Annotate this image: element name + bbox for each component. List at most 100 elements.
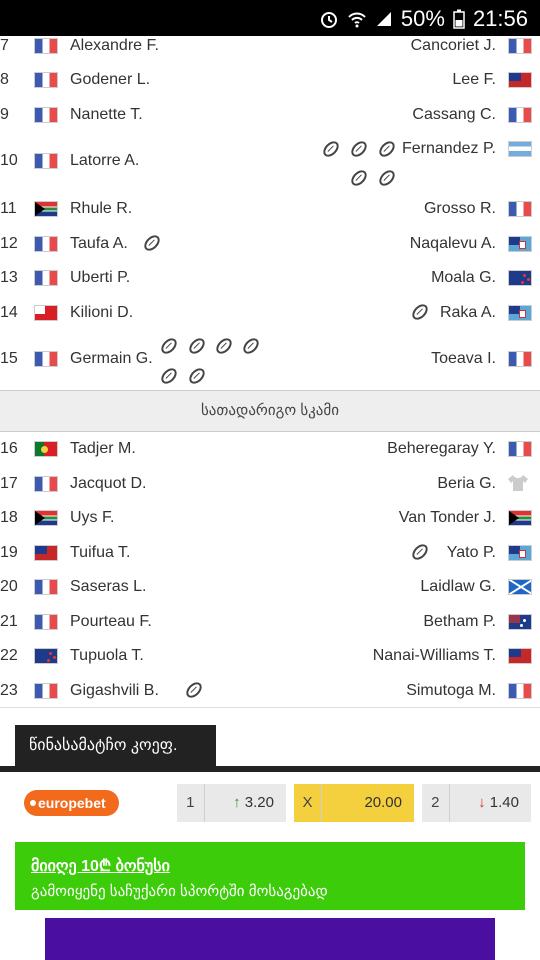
away-player-name[interactable]: Lee F. xyxy=(452,71,496,89)
home-player-name[interactable]: Godener L. xyxy=(70,71,150,89)
home-player-name[interactable]: Tuifua T. xyxy=(70,544,130,562)
home-player-name[interactable]: Pourteau F. xyxy=(70,613,152,631)
europebet-logo[interactable]: europebet xyxy=(24,790,119,816)
status-bar: 50% 21:56 xyxy=(0,0,540,36)
away-player-name[interactable]: Simutoga M. xyxy=(406,682,496,700)
home-player-name[interactable]: Saseras L. xyxy=(70,578,146,596)
player-number: 22 xyxy=(0,647,18,664)
odds-draw-value: 20.00 xyxy=(321,784,414,822)
player-number: 18 xyxy=(0,509,18,526)
away-player-name[interactable]: Moala G. xyxy=(431,269,496,287)
bonus-subtitle: გამოიყენე საჩუქარი სპორტში მოსაგებად xyxy=(31,883,328,900)
home-player-name[interactable]: Nanette T. xyxy=(70,106,143,124)
rugby-ball-icon xyxy=(376,167,398,189)
flag-fr-icon xyxy=(508,201,532,217)
away-player-name[interactable]: Yato P. xyxy=(447,544,496,562)
flag-au-icon xyxy=(508,614,532,630)
away-player-name[interactable]: Beheregaray Y. xyxy=(387,440,496,458)
away-player-name[interactable]: Grosso R. xyxy=(424,200,496,218)
flag-nz-icon xyxy=(34,648,58,664)
odds-home[interactable]: 1 ↑ 3.20 xyxy=(177,784,286,822)
rugby-ball-icon xyxy=(186,335,208,357)
flag-fr-icon xyxy=(508,683,532,699)
flag-fr-icon xyxy=(34,236,58,252)
odds-draw-label: X xyxy=(294,784,322,822)
signal-icon xyxy=(376,12,391,26)
odds-home-value: 3.20 xyxy=(244,794,274,811)
player-number: 14 xyxy=(0,304,18,321)
home-player-name[interactable]: Jacquot D. xyxy=(70,475,146,493)
home-player-name[interactable]: Taufa A. xyxy=(70,235,128,253)
rugby-ball-icon xyxy=(348,138,370,160)
home-player-name[interactable]: Uberti P. xyxy=(70,269,130,287)
flag-fr-icon xyxy=(34,153,58,169)
away-player-name[interactable]: Beria G. xyxy=(437,475,496,493)
home-player-name[interactable]: Latorre A. xyxy=(70,152,139,170)
flag-pt-icon xyxy=(34,441,58,457)
home-player-name[interactable]: Alexandre F. xyxy=(70,37,159,55)
player-number: 17 xyxy=(0,475,18,492)
rugby-ball-icon xyxy=(320,138,342,160)
rugby-ball-icon xyxy=(376,138,398,160)
battery-percent: 50% xyxy=(400,6,445,31)
pre-match-odds-tab[interactable]: წინასამატჩო კოეფ. xyxy=(15,725,216,767)
home-player-name[interactable]: Kilioni D. xyxy=(70,304,133,322)
odds-away[interactable]: 2 ↓ 1.40 xyxy=(422,784,531,822)
away-player-name[interactable]: Fernandez P. xyxy=(402,140,496,158)
flag-za-icon xyxy=(34,201,58,217)
flag-fr-icon xyxy=(508,38,532,54)
away-player-name[interactable]: Cassang C. xyxy=(412,106,496,124)
rugby-ball-icon xyxy=(141,232,163,254)
bonus-title[interactable]: მიიღე 10₾ ბონუსი xyxy=(31,854,509,876)
home-player-name[interactable]: Rhule R. xyxy=(70,200,132,218)
player-number: 13 xyxy=(0,269,18,286)
flag-ws-icon xyxy=(34,545,58,561)
away-player-name[interactable]: Cancoriet J. xyxy=(411,37,496,55)
away-player-name[interactable]: Toeava I. xyxy=(431,350,496,368)
flag-fj-icon xyxy=(508,545,532,561)
flag-fr-icon xyxy=(34,351,58,367)
flag-ar-icon xyxy=(508,141,532,157)
rugby-ball-icon xyxy=(240,335,262,357)
alarm-icon xyxy=(320,12,337,28)
player-number: 19 xyxy=(0,544,18,561)
odds-draw[interactable]: X 20.00 xyxy=(294,784,414,822)
home-player-name[interactable]: Uys F. xyxy=(70,509,114,527)
home-player-name[interactable]: Gigashvili B. xyxy=(70,682,159,700)
away-player-name[interactable]: Betham P. xyxy=(423,613,496,631)
rugby-ball-icon xyxy=(409,541,431,563)
flag-fr-icon xyxy=(508,441,532,457)
away-player-name[interactable]: Raka A. xyxy=(440,304,496,322)
flag-fr-icon xyxy=(34,579,58,595)
player-number: 10 xyxy=(0,152,18,169)
away-player-name[interactable]: Nanai-Williams T. xyxy=(373,647,496,665)
player-number: 16 xyxy=(0,440,18,457)
flag-fr-icon xyxy=(34,72,58,88)
home-player-name[interactable]: Tadjer M. xyxy=(70,440,136,458)
player-number: 20 xyxy=(0,578,18,595)
rugby-ball-icon xyxy=(158,365,180,387)
flag-fr-icon xyxy=(34,38,58,54)
odds-away-label: 2 xyxy=(422,784,450,822)
player-number: 11 xyxy=(0,200,17,217)
flag-fr-icon xyxy=(34,270,58,286)
home-player-name[interactable]: Germain G. xyxy=(70,350,153,368)
rugby-ball-icon xyxy=(409,301,431,323)
flag-za-icon xyxy=(34,510,58,526)
away-player-name[interactable]: Laidlaw G. xyxy=(420,578,496,596)
away-player-name[interactable]: Naqalevu A. xyxy=(410,235,496,253)
home-player-name[interactable]: Tupuola T. xyxy=(70,647,144,665)
flag-fr-icon xyxy=(34,476,58,492)
bench-header: სათადარიგო სკამი xyxy=(0,390,540,432)
flag-ws-icon xyxy=(508,72,532,88)
rugby-ball-icon xyxy=(183,679,205,701)
player-number: 21 xyxy=(0,613,18,630)
flag-fr-icon xyxy=(34,683,58,699)
player-number: 7 xyxy=(0,37,9,54)
flag-fj-icon xyxy=(508,236,532,252)
ad-banner[interactable] xyxy=(45,918,495,960)
away-player-name[interactable]: Van Tonder J. xyxy=(399,509,496,527)
bonus-banner[interactable]: მიიღე 10₾ ბონუსი გამოიყენე საჩუქარი სპორ… xyxy=(15,842,525,910)
flag-fr-icon xyxy=(34,614,58,630)
flag-ws-icon xyxy=(508,648,532,664)
